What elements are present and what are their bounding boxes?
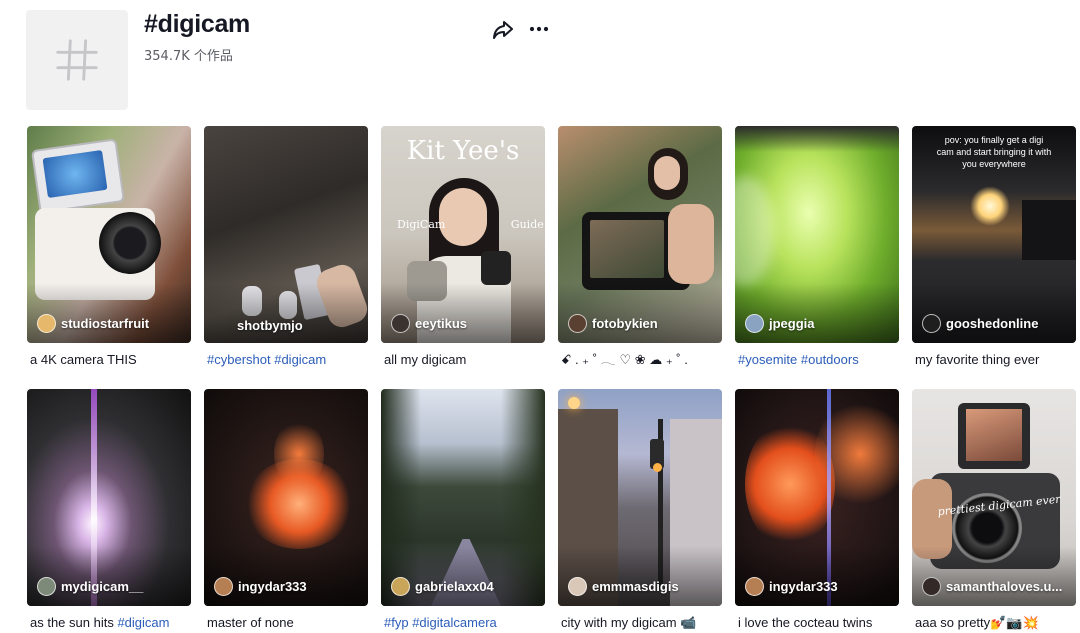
video-thumbnail[interactable]: shotbymjo — [204, 126, 368, 343]
video-caption: #fyp #digitalcamera — [381, 614, 545, 632]
avatar — [37, 314, 56, 333]
video-overlay-text: pov: you finally get a digi cam and star… — [936, 135, 1052, 169]
video-caption: ꗃ . ₊ ˚ 𓂃 ♡ ❀ ☁ ₊ ˚ . — [558, 351, 722, 369]
hashtag-link[interactable]: #cybershot — [207, 352, 271, 367]
caption-text: ꗃ . ₊ ˚ 𓂃 ♡ ❀ ☁ ₊ ˚ . — [561, 352, 688, 367]
avatar — [568, 577, 587, 596]
video-author[interactable]: shotbymjo — [237, 318, 303, 333]
video-card[interactable]: fotobykien ꗃ . ₊ ˚ 𓂃 ♡ ❀ ☁ ₊ ˚ . — [558, 126, 722, 369]
video-author[interactable]: ingydar333 — [745, 577, 838, 596]
share-button[interactable] — [490, 18, 516, 42]
caption-text: all my digicam — [384, 352, 467, 367]
more-dots-icon — [529, 26, 549, 32]
video-author[interactable]: gabrielaxx04 — [391, 577, 494, 596]
video-caption: my favorite thing ever — [912, 351, 1076, 369]
hashtag-link[interactable]: #outdoors — [801, 352, 859, 367]
caption-text: my favorite thing ever — [915, 352, 1040, 367]
caption-text: i love the cocteau twins — [738, 615, 873, 630]
video-card[interactable]: mydigicam__ as the sun hits #digicam — [27, 389, 191, 632]
video-card[interactable]: jpeggia #yosemite #outdoors — [735, 126, 899, 369]
avatar — [745, 577, 764, 596]
avatar — [922, 577, 941, 596]
caption-text: as the sun hits — [30, 615, 118, 630]
hashtag-link[interactable]: #digicam — [274, 352, 326, 367]
hashtag-link[interactable]: #digitalcamera — [412, 615, 497, 630]
avatar — [391, 314, 410, 333]
video-thumbnail[interactable]: prettiest digicam ever samanthaloves.u..… — [912, 389, 1076, 606]
video-card[interactable]: studiostarfruit a 4K camera THIS — [27, 126, 191, 369]
video-caption: aaa so pretty💅📷💥 — [912, 614, 1076, 632]
video-caption: all my digicam — [381, 351, 545, 369]
video-thumbnail[interactable]: jpeggia — [735, 126, 899, 343]
video-thumbnail[interactable]: gabrielaxx04 — [381, 389, 545, 606]
video-author[interactable]: eeytikus — [391, 314, 467, 333]
video-author[interactable]: fotobykien — [568, 314, 658, 333]
video-thumbnail[interactable]: ingydar333 — [735, 389, 899, 606]
avatar — [391, 577, 410, 596]
avatar — [568, 314, 587, 333]
video-author[interactable]: jpeggia — [745, 314, 815, 333]
video-author[interactable]: mydigicam__ — [37, 577, 143, 596]
video-card[interactable]: gabrielaxx04 #fyp #digitalcamera — [381, 389, 545, 632]
video-caption: as the sun hits #digicam — [27, 614, 191, 632]
video-thumbnail[interactable]: fotobykien — [558, 126, 722, 343]
video-overlay-title: Kit Yee's — [406, 136, 520, 166]
video-card[interactable]: prettiest digicam ever samanthaloves.u..… — [912, 389, 1076, 632]
video-caption: #yosemite #outdoors — [735, 351, 899, 369]
video-overlay-subtitle: DigiCam Guide — [397, 218, 544, 231]
video-card[interactable]: pov: you finally get a digi cam and star… — [912, 126, 1076, 369]
avatar — [37, 577, 56, 596]
video-card[interactable]: ingydar333 master of none — [204, 389, 368, 632]
video-thumbnail[interactable]: pov: you finally get a digi cam and star… — [912, 126, 1076, 343]
caption-text: a 4K camera THIS — [30, 352, 137, 367]
video-author[interactable]: ingydar333 — [214, 577, 307, 596]
caption-text: city with my digicam 📹 — [561, 615, 697, 630]
video-thumbnail[interactable]: emmmasdigis — [558, 389, 722, 606]
video-caption: #cybershot #digicam — [204, 351, 368, 369]
avatar — [214, 577, 233, 596]
post-count: 354.7K 个作品 — [144, 49, 233, 64]
hashtag-header: #digicam 354.7K 个作品 — [0, 0, 1080, 120]
hash-icon — [56, 39, 98, 81]
caption-text: aaa so pretty💅📷💥 — [915, 615, 1039, 630]
hashtag-avatar — [26, 10, 128, 110]
video-caption: i love the cocteau twins — [735, 614, 899, 632]
avatar — [922, 314, 941, 333]
video-caption: city with my digicam 📹 — [558, 614, 722, 632]
video-author[interactable]: emmmasdigis — [568, 577, 679, 596]
page-title: #digicam — [144, 10, 250, 38]
hashtag-link[interactable]: #fyp — [384, 615, 409, 630]
video-card[interactable]: emmmasdigis city with my digicam 📹 — [558, 389, 722, 632]
hashtag-link[interactable]: #yosemite — [738, 352, 797, 367]
video-thumbnail[interactable]: mydigicam__ — [27, 389, 191, 606]
caption-text: master of none — [207, 615, 294, 630]
video-thumbnail[interactable]: studiostarfruit — [27, 126, 191, 343]
more-options-button[interactable] — [526, 18, 552, 40]
video-card[interactable]: ingydar333 i love the cocteau twins — [735, 389, 899, 632]
video-author[interactable]: samanthaloves.u... — [922, 577, 1062, 596]
video-author[interactable]: studiostarfruit — [37, 314, 149, 333]
video-thumbnail[interactable]: Kit Yee's DigiCam Guide eeytikus — [381, 126, 545, 343]
avatar — [745, 314, 764, 333]
hashtag-link[interactable]: #digicam — [117, 615, 169, 630]
video-card[interactable]: shotbymjo #cybershot #digicam — [204, 126, 368, 369]
video-author[interactable]: gooshedonline — [922, 314, 1038, 333]
video-caption: master of none — [204, 614, 368, 632]
share-arrow-icon — [493, 21, 513, 39]
video-thumbnail[interactable]: ingydar333 — [204, 389, 368, 606]
video-caption: a 4K camera THIS — [27, 351, 191, 369]
video-card[interactable]: Kit Yee's DigiCam Guide eeytikus all my … — [381, 126, 545, 369]
